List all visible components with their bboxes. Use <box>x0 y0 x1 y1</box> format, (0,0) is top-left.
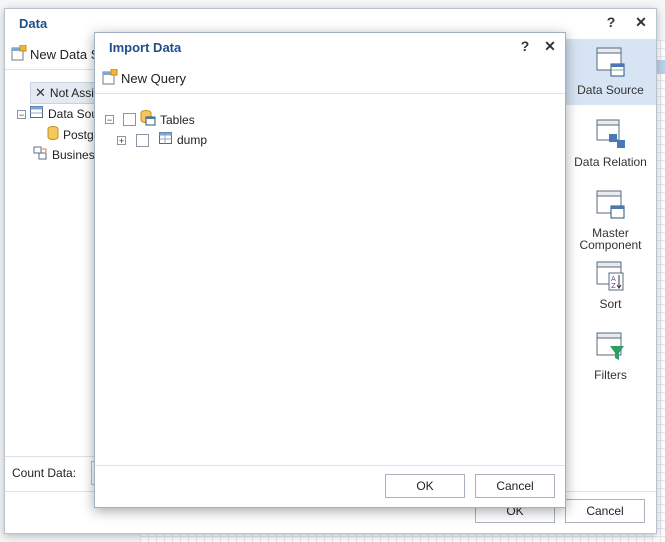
import-ok-button[interactable]: OK <box>385 474 465 498</box>
table-icon <box>159 132 173 148</box>
sort-icon: AZ <box>596 261 626 294</box>
tables-icon <box>140 110 156 129</box>
filters-tab-label: Filters <box>594 368 627 382</box>
data-dialog-title: Data <box>19 16 48 31</box>
collapse-icon[interactable]: − <box>17 109 26 119</box>
close-button[interactable]: ✕ <box>633 14 649 30</box>
master-component-icon <box>596 190 626 223</box>
svg-text:Z: Z <box>611 282 616 290</box>
dump-label: dump <box>177 133 208 147</box>
dump-checkbox[interactable] <box>136 133 149 147</box>
not-assigned-label: Not Assig <box>49 86 97 100</box>
import-dialog-title: Import Data <box>109 40 182 55</box>
data-source-tab-label: Data Source <box>577 83 644 97</box>
database-icon <box>47 126 59 143</box>
count-data-label: Count Data: <box>12 466 77 480</box>
import-dialog-footer: OK Cancel <box>95 465 565 508</box>
data-toolbar: New Data So <box>5 39 107 70</box>
new-data-source-button[interactable]: New Data So <box>11 44 107 64</box>
new-query-icon <box>102 68 118 88</box>
data-cancel-button[interactable]: Cancel <box>565 499 645 523</box>
new-data-source-icon <box>11 44 27 64</box>
data-relation-tab-label: Data Relation <box>574 155 647 169</box>
data-source-tab[interactable]: Data Source <box>565 39 656 105</box>
business-objects-node[interactable]: Business <box>33 146 97 163</box>
sort-tab-label: Sort <box>599 297 622 311</box>
remove-icon: ✕ <box>35 85 46 100</box>
import-tree: − Tables + dump <box>95 95 565 463</box>
data-tree: ✕ Not Assig − Data Sou Postgr Business <box>5 71 97 461</box>
filters-icon <box>596 332 626 365</box>
business-label: Business <box>52 147 97 162</box>
dump-node[interactable]: + dump <box>117 132 207 148</box>
postgres-label: Postgr <box>63 127 97 142</box>
postgres-node[interactable]: Postgr <box>47 126 97 143</box>
not-assigned-item[interactable]: ✕ Not Assig <box>35 85 97 101</box>
count-data-bar: Count Data: <box>5 456 103 491</box>
collapse-icon[interactable]: − <box>105 115 114 125</box>
new-query-label: New Query <box>121 71 187 86</box>
new-query-button[interactable]: New Query <box>102 68 187 88</box>
import-toolbar: New Query <box>95 63 565 94</box>
data-right-panel: Data Source Data Relation Master Compone… <box>565 39 656 469</box>
import-close-button[interactable]: ✕ <box>542 38 558 54</box>
import-cancel-button[interactable]: Cancel <box>475 474 555 498</box>
datasource-table-icon <box>30 106 44 122</box>
data-relation-icon <box>596 119 626 152</box>
data-source-node[interactable]: − Data Sou <box>17 106 97 122</box>
tables-node[interactable]: − Tables <box>105 110 195 129</box>
data-source-label: Data Sou <box>48 107 97 121</box>
import-data-dialog: Import Data ? ✕ New Query − Tables + dum… <box>94 32 566 508</box>
data-relation-tab[interactable]: Data Relation <box>565 119 656 168</box>
data-source-icon <box>596 47 626 80</box>
tables-label: Tables <box>160 112 195 127</box>
business-objects-icon <box>33 146 48 163</box>
expand-icon[interactable]: + <box>117 135 126 145</box>
help-button[interactable]: ? <box>603 14 619 30</box>
master-component-tab[interactable]: Master Component <box>565 190 656 251</box>
import-dialog-titlebar: Import Data ? ✕ <box>95 33 565 61</box>
sort-tab[interactable]: AZ Sort <box>565 261 656 310</box>
filters-tab[interactable]: Filters <box>565 332 656 381</box>
import-help-button[interactable]: ? <box>517 38 533 54</box>
master-component-tab-label: Master Component <box>579 226 642 252</box>
tables-checkbox[interactable] <box>123 113 136 126</box>
